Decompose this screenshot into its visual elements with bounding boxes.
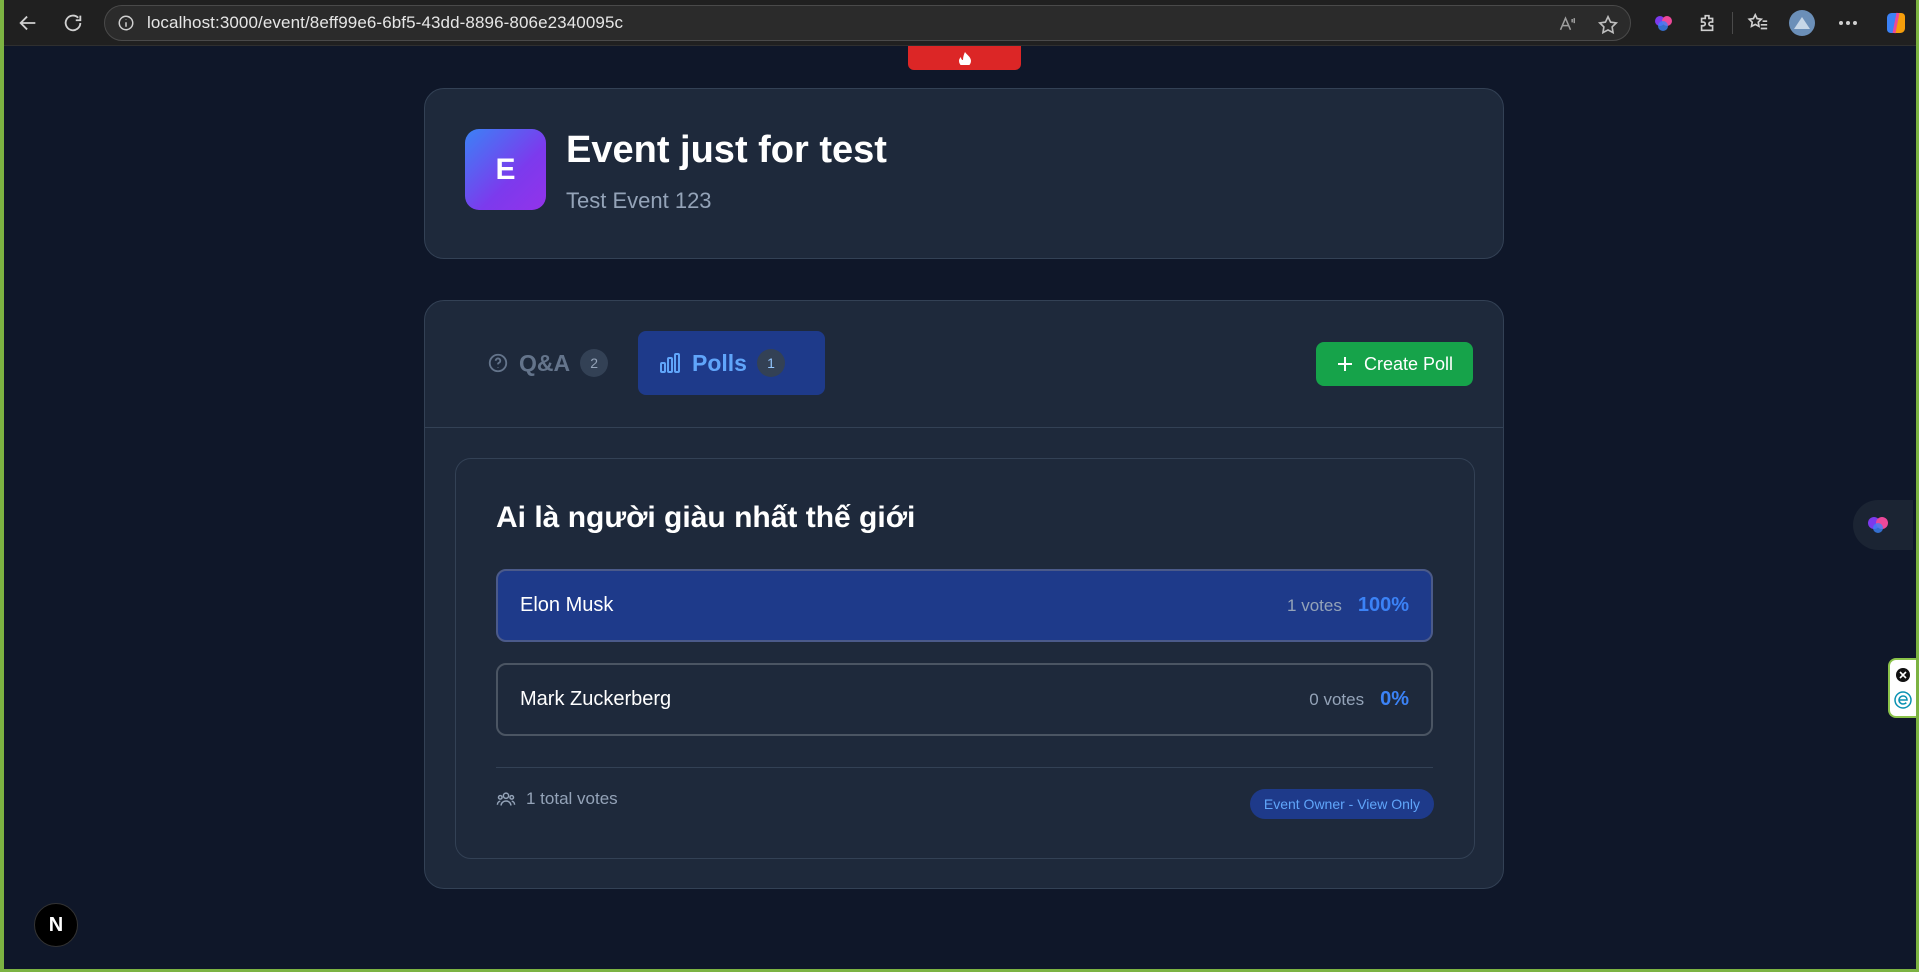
side-extension-panel[interactable] — [1888, 658, 1916, 718]
poll-divider — [496, 767, 1433, 768]
extensions-puzzle-icon[interactable] — [1694, 9, 1722, 37]
poll-option[interactable]: Mark Zuckerberg 0 votes 0% — [496, 663, 1433, 736]
flame-icon — [958, 52, 971, 65]
total-votes-text: 1 total votes — [526, 789, 618, 808]
poll-question: Ai là người giàu nhất thế giới — [496, 501, 916, 534]
sidebar-brain-button[interactable] — [1853, 500, 1913, 550]
url-text: localhost:3000/event/8eff99e6-6bf5-43dd-… — [147, 13, 624, 32]
create-poll-button[interactable]: Create Poll — [1316, 342, 1473, 386]
toolbar-divider — [1732, 12, 1733, 34]
poll-card: Ai là người giàu nhất thế giới Elon Musk… — [455, 458, 1475, 859]
users-icon — [496, 792, 516, 806]
poll-option[interactable]: Elon Musk 1 votes 100% — [496, 569, 1433, 642]
tabs-row: Q&A 2 Polls 1 Create Poll — [425, 301, 1503, 428]
edge-e-icon[interactable] — [1894, 690, 1912, 709]
profile-avatar-icon[interactable] — [1788, 9, 1816, 37]
reload-button[interactable] — [57, 8, 89, 38]
info-icon — [118, 15, 134, 31]
tab-qa-count: 2 — [580, 349, 609, 377]
browser-toolbar: localhost:3000/event/8eff99e6-6bf5-43dd-… — [4, 0, 1916, 46]
owner-view-only-badge: Event Owner - View Only — [1249, 789, 1434, 819]
tab-polls-label: Polls — [692, 349, 747, 376]
event-subtitle: Test Event 123 — [566, 188, 712, 213]
more-menu-icon[interactable] — [1834, 9, 1862, 37]
tab-qa-label: Q&A — [519, 349, 571, 376]
brain-icon — [1868, 517, 1888, 533]
tab-qa[interactable]: Q&A 2 — [467, 331, 628, 395]
plus-icon — [1337, 357, 1352, 371]
favorites-list-icon[interactable] — [1744, 9, 1772, 37]
polls-panel: Q&A 2 Polls 1 Create Poll Ai là người gi… — [424, 300, 1504, 889]
favorite-star-icon[interactable] — [1597, 14, 1619, 41]
event-title: Event just for test — [566, 129, 887, 171]
option-percent: 100% — [1357, 594, 1409, 616]
back-arrow-icon — [19, 15, 36, 31]
read-aloud-icon[interactable] — [1558, 14, 1578, 39]
nextjs-dev-badge[interactable]: N — [34, 903, 78, 947]
dev-indicator-tab[interactable] — [908, 46, 1021, 70]
close-icon[interactable] — [1895, 667, 1911, 683]
total-votes: 1 total votes — [496, 789, 618, 809]
address-bar[interactable]: localhost:3000/event/8eff99e6-6bf5-43dd-… — [104, 5, 1631, 41]
brain-extension-icon[interactable] — [1650, 9, 1678, 37]
option-votes: 0 votes — [1309, 689, 1365, 709]
event-header-card: E Event just for test Test Event 123 — [424, 88, 1504, 259]
option-name: Elon Musk — [520, 594, 614, 616]
option-percent: 0% — [1380, 688, 1409, 710]
copilot-icon[interactable] — [1882, 9, 1910, 37]
create-poll-label: Create Poll — [1363, 353, 1454, 374]
question-circle-icon — [488, 353, 508, 373]
option-name: Mark Zuckerberg — [520, 688, 672, 710]
tab-polls[interactable]: Polls 1 — [638, 331, 825, 395]
tab-polls-count: 1 — [756, 349, 785, 377]
bar-chart-icon — [660, 353, 680, 373]
event-avatar: E — [465, 129, 546, 210]
option-votes: 1 votes — [1287, 595, 1342, 615]
reload-icon — [64, 14, 82, 32]
back-button[interactable] — [12, 8, 44, 38]
